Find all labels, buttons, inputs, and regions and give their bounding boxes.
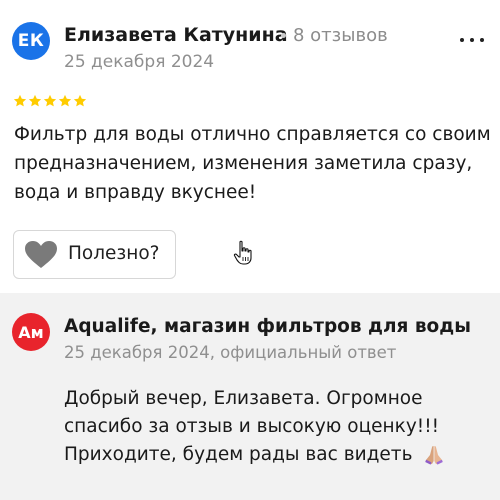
star-icon bbox=[13, 94, 27, 107]
review-section: ЕК Елизавета Катунина 8 отзывов 25 декаб… bbox=[0, 0, 500, 293]
helpful-button[interactable]: Полезно? bbox=[13, 230, 176, 279]
review-date: 25 декабря 2024 bbox=[64, 52, 215, 72]
hand-cursor-icon bbox=[233, 240, 252, 265]
star-icon bbox=[58, 94, 72, 107]
reply-text: Добрый вечер, Елизавета. Огромное спасиб… bbox=[64, 385, 496, 469]
star-icon bbox=[73, 94, 87, 107]
more-dots-icon[interactable] bbox=[460, 38, 490, 48]
heart-icon bbox=[25, 241, 57, 268]
user-avatar[interactable]: ЕК bbox=[12, 22, 50, 60]
rating-stars bbox=[13, 94, 87, 108]
org-name[interactable]: Aqualife, магазин фильтров для воды bbox=[64, 316, 471, 337]
org-avatar-initials: Ам bbox=[18, 322, 44, 342]
helpful-label: Полезно? bbox=[68, 243, 160, 264]
org-avatar[interactable]: Ам bbox=[12, 313, 50, 351]
user-avatar-initials: ЕК bbox=[17, 31, 45, 51]
author-reviews-count: 8 отзывов bbox=[293, 25, 388, 46]
reply-meta: 25 декабря 2024, официальный ответ bbox=[64, 343, 397, 362]
pray-hands-icon bbox=[425, 446, 444, 465]
star-icon bbox=[43, 94, 57, 107]
star-icon bbox=[28, 94, 42, 107]
review-author[interactable]: Елизавета Катунина bbox=[64, 24, 288, 46]
review-text: Фильтр для воды отлично справляется со с… bbox=[14, 124, 491, 203]
reply-text-content: Добрый вечер, Елизавета. Огромное спасиб… bbox=[64, 388, 440, 465]
review-card: ЕК Елизавета Катунина 8 отзывов 25 декаб… bbox=[0, 0, 500, 500]
separator-dot bbox=[281, 33, 286, 38]
